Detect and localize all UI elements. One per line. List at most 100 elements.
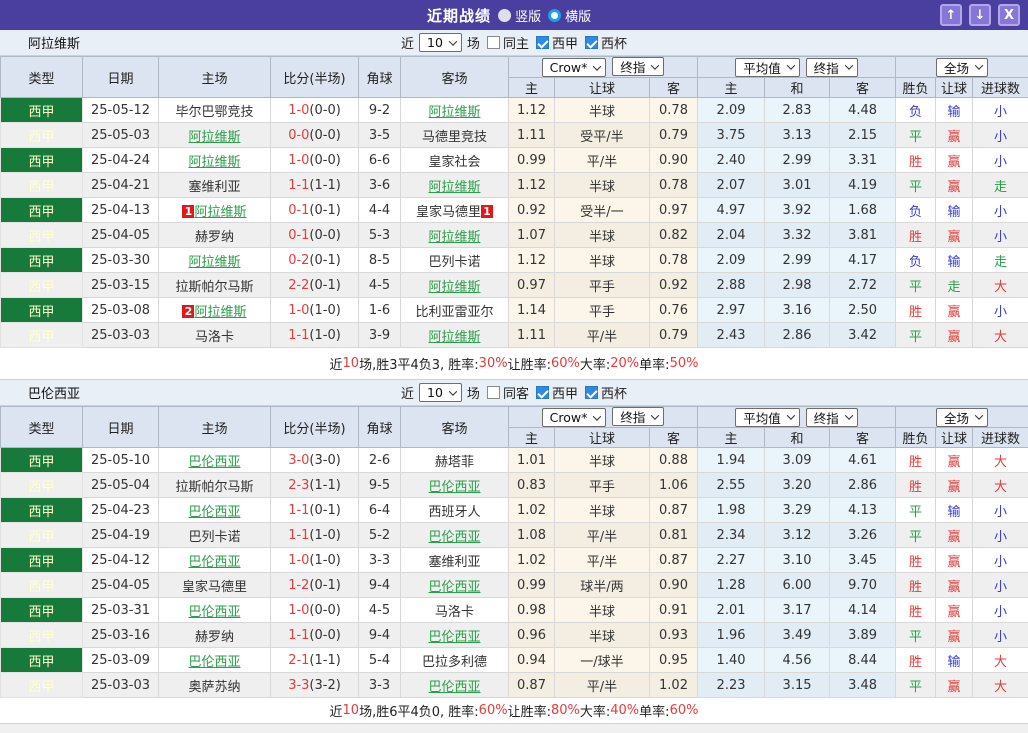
team-link[interactable]: 阿拉维斯 bbox=[428, 105, 480, 120]
bookmaker-select[interactable]: Crow* bbox=[541, 408, 607, 427]
bookmaker-select[interactable]: Crow* bbox=[541, 58, 607, 77]
team-link[interactable]: 巴伦西亚 bbox=[188, 555, 240, 570]
cup-checkbox[interactable] bbox=[584, 386, 598, 399]
select-value: 10 bbox=[427, 35, 443, 50]
ah-away-odds: 0.91 bbox=[648, 597, 699, 623]
match-row: 西甲 25-03-03 马洛卡 1-1(1-0) 3-9 阿拉维斯 1.11 平/半 0.79 2… bbox=[0, 322, 1028, 348]
halftime-score: (0-1) bbox=[309, 502, 341, 518]
euro-final-select[interactable]: 终指 bbox=[805, 57, 858, 77]
radio-icon[interactable] bbox=[498, 8, 512, 22]
type-cell: 西甲 bbox=[0, 222, 83, 248]
match-count-select[interactable]: 10 bbox=[419, 383, 462, 402]
score-cell: 0-1(0-0) bbox=[270, 222, 359, 248]
team-section-valencia: 巴伦西亚 近 10 场 同客 西甲 西杯 类型 日期 主场 比分(半场) 角球 … bbox=[0, 380, 1028, 724]
team-link[interactable]: 巴伦西亚 bbox=[428, 580, 480, 595]
results-body: 西甲 25-05-12 毕尔巴鄂竞技 1-0(0-0) 9-2 阿拉维斯 1.12 半球 0.7… bbox=[0, 97, 1028, 348]
team-link[interactable]: 阿拉维斯 bbox=[428, 330, 480, 345]
euro-average-select[interactable]: 平均值 bbox=[735, 407, 800, 427]
ah-away-odds: 0.92 bbox=[648, 272, 699, 298]
move-down-button[interactable]: ↓ bbox=[969, 4, 991, 26]
team-link: 皇家社会 bbox=[428, 154, 481, 170]
team-link[interactable]: 巴伦西亚 bbox=[428, 530, 480, 545]
ah-home-odds: 0.94 bbox=[508, 647, 555, 673]
close-button[interactable]: X bbox=[998, 4, 1020, 26]
handicap-result-cell: 赢 bbox=[935, 597, 974, 623]
eu-home-odds: 2.27 bbox=[697, 547, 766, 573]
team-link[interactable]: 阿拉维斯 bbox=[428, 280, 480, 295]
team-link[interactable]: 巴伦西亚 bbox=[188, 505, 240, 520]
team-link[interactable]: 巴伦西亚 bbox=[188, 605, 240, 620]
chevron-down-icon bbox=[786, 411, 796, 420]
team-link[interactable]: 巴伦西亚 bbox=[428, 480, 480, 495]
fulltime-score: 3-3 bbox=[288, 677, 310, 693]
chevron-down-icon bbox=[651, 410, 660, 420]
euro-average-select[interactable]: 平均值 bbox=[735, 57, 800, 77]
sub-header-eu-home: 主 bbox=[697, 77, 766, 98]
euro-final-select[interactable]: 终指 bbox=[805, 407, 858, 427]
ah-line: 受平/半 bbox=[554, 122, 650, 148]
layout-radio-vertical[interactable]: 竖版 bbox=[498, 6, 541, 25]
team-link[interactable]: 巴伦西亚 bbox=[428, 680, 480, 695]
team-link[interactable]: 阿拉维斯 bbox=[428, 180, 480, 195]
type-cell: 西甲 bbox=[0, 97, 83, 123]
eu-draw-odds: 2.98 bbox=[764, 272, 831, 298]
asian-final-select[interactable]: 终指 bbox=[612, 57, 665, 76]
team-link[interactable]: 巴伦西亚 bbox=[428, 630, 480, 645]
score-cell: 1-0(1-0) bbox=[270, 297, 359, 323]
ah-line: 半球 bbox=[554, 597, 650, 623]
team-link[interactable]: 阿拉维斯 bbox=[428, 230, 480, 245]
sub-header-ah-line: 让球 bbox=[554, 77, 650, 98]
league-checkbox[interactable] bbox=[535, 386, 549, 399]
type-cell: 西甲 bbox=[0, 647, 83, 673]
team-link[interactable]: 阿拉维斯 bbox=[188, 155, 240, 170]
team-link: 毕尔巴鄂竞技 bbox=[175, 104, 254, 120]
layout-radio-horizontal[interactable]: 横版 bbox=[548, 6, 591, 25]
result-cell: 负 bbox=[895, 97, 937, 123]
near-label: 近 bbox=[401, 37, 415, 52]
team-link[interactable]: 阿拉维斯 bbox=[188, 255, 240, 270]
radio-icon[interactable] bbox=[548, 8, 562, 22]
match-row: 西甲 25-04-19 巴列卡诺 1-1(1-0) 5-2 巴伦西亚 1.08 平/半 0.81… bbox=[0, 522, 1028, 548]
cup-checkbox[interactable] bbox=[584, 36, 598, 49]
eu-draw-odds: 3.12 bbox=[764, 522, 831, 548]
match-row: 西甲 25-03-30 阿拉维斯 0-2(0-1) 8-5 巴列卡诺 1.12 半球 0.78 2… bbox=[0, 247, 1028, 273]
eu-draw-odds: 3.17 bbox=[764, 597, 831, 623]
ah-away-odds: 0.88 bbox=[648, 447, 699, 473]
away-team-cell: 比利亚雷亚尔 bbox=[400, 297, 509, 323]
result-cell: 胜 bbox=[895, 297, 937, 323]
scope-select[interactable]: 全场 bbox=[936, 407, 989, 427]
move-up-button[interactable]: ↑ bbox=[940, 4, 962, 26]
col-header-score: 比分(半场) bbox=[270, 56, 359, 98]
away-team-cell: 巴伦西亚 bbox=[400, 622, 509, 648]
eu-draw-odds: 3.09 bbox=[764, 447, 831, 473]
col-header-date: 日期 bbox=[82, 406, 159, 448]
home-team-cell: 巴伦西亚 bbox=[158, 597, 271, 623]
same-venue-checkbox[interactable] bbox=[486, 36, 500, 49]
score-cell: 3-0(3-0) bbox=[270, 447, 359, 473]
asian-final-select[interactable]: 终指 bbox=[612, 407, 665, 426]
team-link[interactable]: 巴伦西亚 bbox=[188, 655, 240, 670]
home-team-cell: 巴伦西亚 bbox=[158, 497, 271, 523]
match-row: 西甲 25-04-23 巴伦西亚 1-1(0-1) 6-4 西班牙人 1.02 半球 0.87 1… bbox=[0, 497, 1028, 523]
date-cell: 25-05-10 bbox=[82, 447, 159, 473]
corners-cell: 3-3 bbox=[358, 547, 401, 573]
eu-home-odds: 2.40 bbox=[697, 147, 766, 173]
outcome-group-header: 全场 bbox=[895, 56, 1028, 78]
eu-draw-odds: 3.92 bbox=[764, 197, 831, 223]
same-venue-checkbox[interactable] bbox=[486, 386, 500, 399]
scope-select[interactable]: 全场 bbox=[936, 57, 989, 77]
match-count-select[interactable]: 10 bbox=[419, 33, 462, 52]
league-checkbox[interactable] bbox=[535, 36, 549, 49]
home-team-cell: 2 阿拉维斯 bbox=[158, 297, 271, 323]
team-link[interactable]: 阿拉维斯 bbox=[194, 205, 246, 220]
team-link[interactable]: 阿拉维斯 bbox=[194, 305, 246, 320]
type-cell: 西甲 bbox=[0, 197, 83, 223]
type-cell: 西甲 bbox=[0, 322, 83, 348]
handicap-result-cell: 赢 bbox=[935, 322, 974, 348]
eu-home-odds: 2.09 bbox=[697, 97, 766, 123]
team-link[interactable]: 巴伦西亚 bbox=[188, 455, 240, 470]
home-team-cell: 拉斯帕尔马斯 bbox=[158, 472, 271, 498]
halftime-score: (0-0) bbox=[309, 127, 341, 143]
team-link[interactable]: 阿拉维斯 bbox=[188, 130, 240, 145]
eu-home-odds: 3.75 bbox=[697, 122, 766, 148]
